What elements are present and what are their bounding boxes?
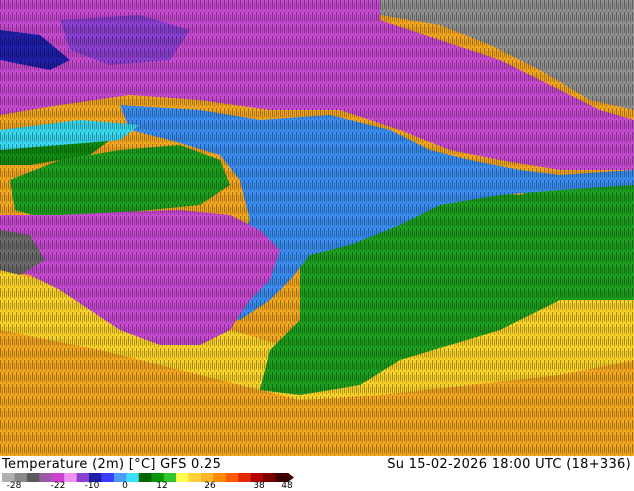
- map-title: Temperature (2m) [°C] GFS 0.25: [2, 457, 222, 472]
- temperature-map: [0, 0, 634, 456]
- color-legend-bar: [2, 473, 294, 482]
- legend-color-swatch: [101, 473, 115, 482]
- legend-color-swatch: [176, 473, 190, 482]
- map-datetime: Su 15-02-2026 18:00 UTC (18+336): [387, 457, 631, 472]
- label-hatch-overlay: [0, 0, 634, 456]
- legend-color-swatch: [263, 473, 277, 482]
- legend-color-swatch: [225, 473, 239, 482]
- legend-color-swatch: [126, 473, 140, 482]
- legend-color-swatch: [26, 473, 40, 482]
- legend-color-swatch: [138, 473, 152, 482]
- legend-color-swatch: [64, 473, 78, 482]
- legend-color-swatch: [238, 473, 252, 482]
- legend-color-swatch: [188, 473, 202, 482]
